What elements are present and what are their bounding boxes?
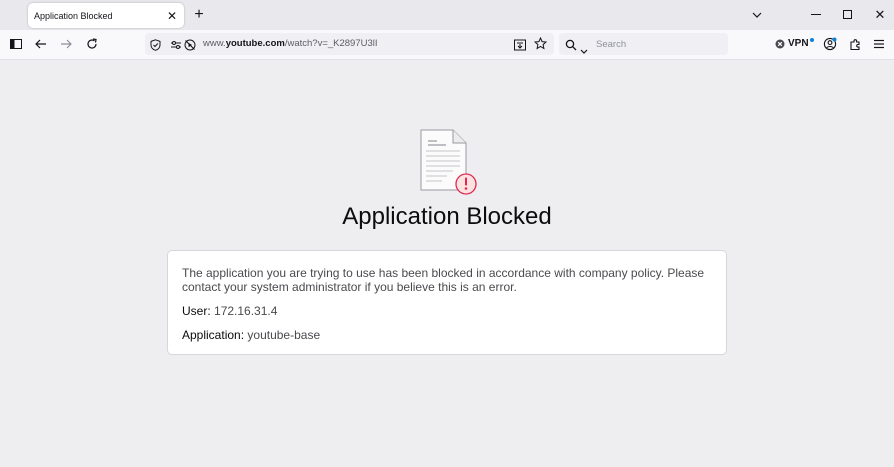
url-prefix: www. bbox=[203, 38, 226, 49]
user-label: User: bbox=[182, 304, 211, 318]
user-value: 172.16.31.4 bbox=[214, 304, 278, 318]
chevron-down-icon bbox=[752, 12, 762, 18]
tab-application-blocked[interactable]: Application Blocked ✕ bbox=[28, 3, 184, 28]
tab-strip: Application Blocked ✕ + ✕ bbox=[0, 0, 894, 30]
minimize-icon bbox=[811, 14, 821, 15]
search-input[interactable]: Search bbox=[559, 33, 728, 55]
application-label: Application: bbox=[182, 328, 245, 342]
blocked-info-card: The application you are trying to use ha… bbox=[167, 250, 727, 355]
account-button[interactable] bbox=[820, 34, 840, 54]
autoplay-blocked-icon[interactable] bbox=[184, 38, 196, 56]
reader-view-icon[interactable] bbox=[514, 38, 526, 56]
address-bar[interactable]: www.youtube.com/watch?v=_K2897U3lI bbox=[145, 33, 554, 55]
user-row: User: 172.16.31.4 bbox=[182, 304, 277, 318]
block-message: The application you are trying to use ha… bbox=[182, 266, 705, 294]
page-title: Application Blocked bbox=[342, 203, 552, 230]
shield-icon[interactable] bbox=[150, 38, 161, 56]
menu-button[interactable] bbox=[869, 34, 889, 54]
reload-button[interactable] bbox=[82, 34, 102, 54]
url-domain: youtube.com bbox=[225, 38, 285, 49]
navigation-toolbar: www.youtube.com/watch?v=_K2897U3lI Searc… bbox=[0, 30, 894, 60]
minimize-button[interactable] bbox=[806, 0, 826, 30]
reload-icon bbox=[87, 38, 97, 49]
vpn-button[interactable]: VPN bbox=[775, 37, 814, 49]
new-tab-button[interactable]: + bbox=[190, 6, 208, 24]
permissions-icon[interactable] bbox=[170, 38, 182, 56]
list-all-tabs-button[interactable] bbox=[748, 0, 766, 30]
tab-title: Application Blocked bbox=[34, 10, 113, 21]
notification-dot bbox=[809, 37, 814, 42]
url-text[interactable]: www.youtube.com/watch?v=_K2897U3lI bbox=[203, 38, 378, 49]
vpn-off-icon bbox=[775, 39, 785, 48]
close-icon: ✕ bbox=[874, 7, 886, 22]
vpn-label: VPN bbox=[788, 38, 809, 49]
chevron-down-icon[interactable] bbox=[580, 41, 588, 59]
page-content: Application Blocked The application you … bbox=[0, 60, 894, 467]
hamburger-menu-icon bbox=[874, 39, 884, 49]
search-icon bbox=[565, 38, 577, 56]
maximize-button[interactable] bbox=[838, 0, 858, 30]
application-row: Application: youtube-base bbox=[182, 328, 320, 342]
search-placeholder: Search bbox=[596, 39, 627, 50]
arrow-left-icon bbox=[35, 39, 46, 49]
url-path: /watch?v=_K2897U3lI bbox=[284, 38, 378, 49]
close-icon[interactable]: ✕ bbox=[164, 8, 180, 24]
puzzle-icon bbox=[849, 38, 860, 50]
sidebar-icon bbox=[10, 39, 22, 49]
maximize-icon bbox=[843, 10, 852, 19]
sidebar-toggle-button[interactable] bbox=[6, 34, 26, 54]
application-value: youtube-base bbox=[247, 328, 321, 342]
extensions-button[interactable] bbox=[845, 34, 865, 54]
back-button[interactable] bbox=[31, 34, 51, 54]
window-close-button[interactable]: ✕ bbox=[870, 0, 890, 30]
account-icon bbox=[823, 37, 837, 51]
bookmark-star-icon[interactable] bbox=[533, 36, 548, 55]
forward-button[interactable] bbox=[56, 34, 76, 54]
arrow-right-icon bbox=[61, 39, 72, 49]
blocked-document-icon bbox=[417, 129, 481, 202]
